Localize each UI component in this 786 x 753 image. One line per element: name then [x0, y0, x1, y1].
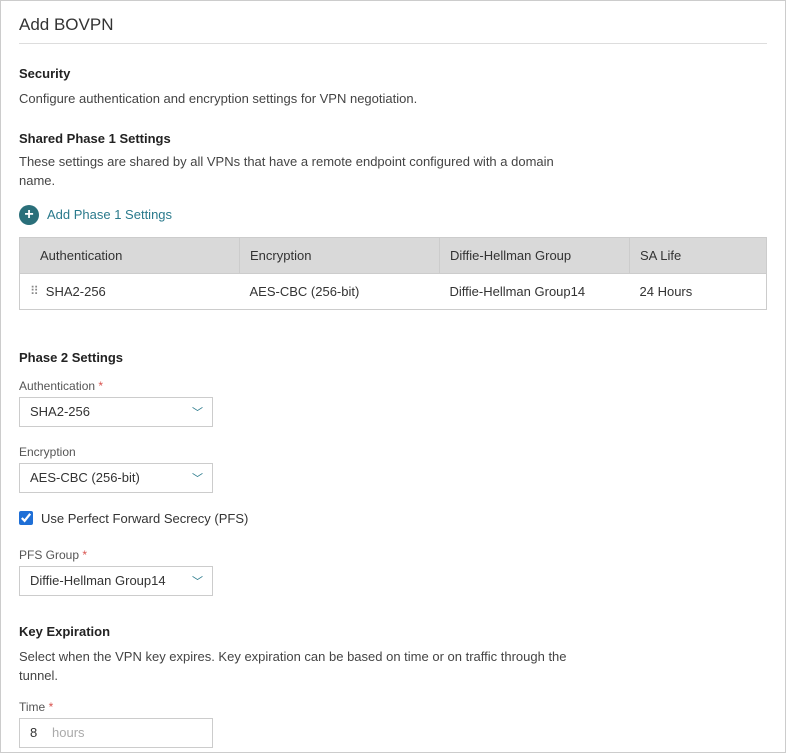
phase2-auth-select[interactable]: SHA2-256	[19, 397, 213, 427]
phase1-section: Shared Phase 1 Settings These settings a…	[19, 131, 767, 310]
phase2-auth-label: Authentication *	[19, 379, 767, 393]
key-expiration-heading: Key Expiration	[19, 624, 767, 639]
col-header-dh-group: Diffie-Hellman Group	[440, 237, 630, 273]
add-phase1-label: Add Phase 1 Settings	[47, 207, 172, 222]
phase1-heading: Shared Phase 1 Settings	[19, 131, 767, 146]
add-phase1-button[interactable]: + Add Phase 1 Settings	[19, 205, 767, 225]
table-row[interactable]: ⠿ SHA2-256 AES-CBC (256-bit) Diffie-Hell…	[20, 273, 767, 309]
security-section: Security Configure authentication and en…	[19, 66, 767, 109]
pfs-group-label: PFS Group *	[19, 548, 767, 562]
phase1-table: Authentication Encryption Diffie-Hellman…	[19, 237, 767, 310]
time-input[interactable]	[30, 725, 46, 740]
security-heading: Security	[19, 66, 767, 81]
time-label: Time *	[19, 700, 767, 714]
key-expiration-section: Key Expiration Select when the VPN key e…	[19, 624, 767, 748]
phase2-heading: Phase 2 Settings	[19, 350, 767, 365]
time-input-container[interactable]: hours	[19, 718, 213, 748]
phase2-enc-select[interactable]: AES-CBC (256-bit)	[19, 463, 213, 493]
page-title: Add BOVPN	[19, 15, 767, 44]
col-header-authentication: Authentication	[20, 237, 240, 273]
security-description: Configure authentication and encryption …	[19, 89, 579, 109]
col-header-sa-life: SA Life	[630, 237, 767, 273]
phase2-enc-label: Encryption	[19, 445, 767, 459]
col-header-encryption: Encryption	[240, 237, 440, 273]
cell-sa-life: 24 Hours	[630, 273, 767, 309]
cell-encryption: AES-CBC (256-bit)	[240, 273, 440, 309]
cell-authentication: SHA2-256	[46, 284, 106, 299]
plus-icon: +	[19, 205, 39, 225]
phase2-section: Phase 2 Settings Authentication * SHA2-2…	[19, 350, 767, 596]
time-unit: hours	[52, 725, 85, 740]
key-expiration-description: Select when the VPN key expires. Key exp…	[19, 647, 579, 686]
pfs-checkbox[interactable]	[19, 511, 33, 525]
cell-dh-group: Diffie-Hellman Group14	[440, 273, 630, 309]
pfs-group-select[interactable]: Diffie-Hellman Group14	[19, 566, 213, 596]
drag-handle-icon[interactable]: ⠿	[30, 284, 38, 298]
phase1-description: These settings are shared by all VPNs th…	[19, 152, 579, 191]
pfs-label[interactable]: Use Perfect Forward Secrecy (PFS)	[41, 511, 248, 526]
